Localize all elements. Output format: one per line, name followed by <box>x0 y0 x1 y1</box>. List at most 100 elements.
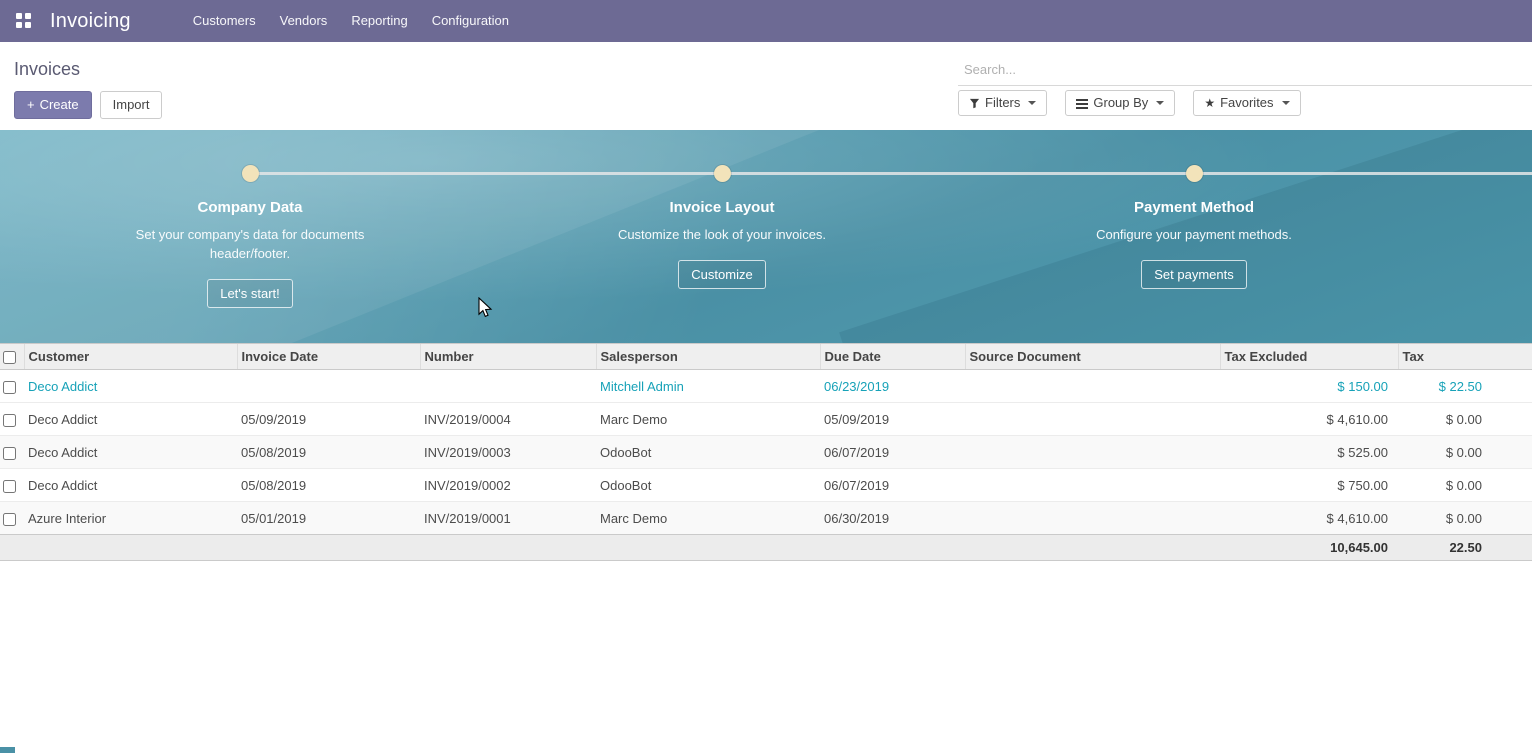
bottom-left-strip <box>0 747 15 753</box>
cell-customer: Deco Addict <box>24 436 237 469</box>
step-title: Company Data <box>197 199 302 216</box>
onboarding-step-company-data: Company Data Set your company's data for… <box>90 130 410 308</box>
cell-due-date: 06/23/2019 <box>820 370 965 403</box>
cell-tax: $ 0.00 <box>1398 469 1532 502</box>
control-panel: Invoices + Create Import Filters Group B… <box>0 42 1532 130</box>
cell-source-document <box>965 469 1220 502</box>
column-header-tax-excluded[interactable]: Tax Excluded <box>1220 344 1398 370</box>
column-header-due-date[interactable]: Due Date <box>820 344 965 370</box>
cell-due-date: 06/07/2019 <box>820 469 965 502</box>
lets-start-button[interactable]: Let's start! <box>207 279 293 308</box>
cell-source-document <box>965 403 1220 436</box>
column-header-invoice-date[interactable]: Invoice Date <box>237 344 420 370</box>
cell-invoice-date: 05/08/2019 <box>237 436 420 469</box>
menu-customers[interactable]: Customers <box>181 0 268 42</box>
cell-tax: $ 22.50 <box>1398 370 1532 403</box>
column-header-tax[interactable]: Tax <box>1398 344 1532 370</box>
select-all-checkbox[interactable] <box>3 351 16 364</box>
cell-tax-excluded: $ 150.00 <box>1220 370 1398 403</box>
cell-tax: $ 0.00 <box>1398 403 1532 436</box>
group-by-icon <box>1076 98 1088 109</box>
cell-customer: Deco Addict <box>24 403 237 436</box>
import-button-label: Import <box>113 98 150 112</box>
row-checkbox[interactable] <box>3 513 16 526</box>
cell-number: INV/2019/0004 <box>420 403 596 436</box>
cell-due-date: 06/07/2019 <box>820 436 965 469</box>
cell-salesperson: Mitchell Admin <box>596 370 820 403</box>
step-title: Invoice Layout <box>669 199 774 216</box>
step-description: Set your company's data for documents he… <box>130 225 370 263</box>
cell-salesperson: Marc Demo <box>596 502 820 535</box>
star-icon: ★ <box>1204 96 1215 110</box>
step-dot-icon <box>242 165 259 182</box>
invoice-row[interactable]: Azure Interior 05/01/2019 INV/2019/0001 … <box>0 502 1532 535</box>
cell-tax: $ 0.00 <box>1398 436 1532 469</box>
group-by-label: Group By <box>1093 96 1148 110</box>
cell-customer: Deco Addict <box>24 469 237 502</box>
cell-salesperson: OdooBot <box>596 436 820 469</box>
cell-tax: $ 0.00 <box>1398 502 1532 535</box>
favorites-dropdown[interactable]: ★ Favorites <box>1193 90 1300 116</box>
totals-row: 10,645.00 22.50 <box>0 535 1532 561</box>
step-description: Customize the look of your invoices. <box>602 225 842 244</box>
apps-grid-icon[interactable] <box>16 13 32 29</box>
plus-icon: + <box>27 98 35 112</box>
cell-salesperson: OdooBot <box>596 469 820 502</box>
create-button[interactable]: + Create <box>14 91 92 119</box>
onboarding-step-invoice-layout: Invoice Layout Customize the look of you… <box>562 130 882 289</box>
menu-reporting[interactable]: Reporting <box>339 0 419 42</box>
step-dot-icon <box>714 165 731 182</box>
step-description: Configure your payment methods. <box>1074 225 1314 244</box>
column-header-salesperson[interactable]: Salesperson <box>596 344 820 370</box>
row-checkbox[interactable] <box>3 414 16 427</box>
invoice-list-table: Customer Invoice Date Number Salesperson… <box>0 343 1532 561</box>
chevron-down-icon <box>1282 101 1290 105</box>
cell-due-date: 05/09/2019 <box>820 403 965 436</box>
cell-customer: Azure Interior <box>24 502 237 535</box>
cell-number <box>420 370 596 403</box>
cell-number: INV/2019/0002 <box>420 469 596 502</box>
chevron-down-icon <box>1156 101 1164 105</box>
import-button[interactable]: Import <box>100 91 163 119</box>
row-checkbox[interactable] <box>3 381 16 394</box>
menu-vendors[interactable]: Vendors <box>268 0 340 42</box>
step-dot-icon <box>1186 165 1203 182</box>
menu-configuration[interactable]: Configuration <box>420 0 521 42</box>
top-navbar: Invoicing Customers Vendors Reporting Co… <box>0 0 1532 42</box>
cell-number: INV/2019/0003 <box>420 436 596 469</box>
chevron-down-icon <box>1028 101 1036 105</box>
row-checkbox[interactable] <box>3 447 16 460</box>
cell-invoice-date: 05/09/2019 <box>237 403 420 436</box>
cell-invoice-date <box>237 370 420 403</box>
table-header-row: Customer Invoice Date Number Salesperson… <box>0 344 1532 370</box>
total-tax-excluded: 10,645.00 <box>1220 535 1398 561</box>
customize-button[interactable]: Customize <box>678 260 765 289</box>
column-header-customer[interactable]: Customer <box>24 344 237 370</box>
cell-tax-excluded: $ 525.00 <box>1220 436 1398 469</box>
onboarding-step-payment-method: Payment Method Configure your payment me… <box>1034 130 1354 289</box>
filters-label: Filters <box>985 96 1020 110</box>
row-checkbox[interactable] <box>3 480 16 493</box>
set-payments-button[interactable]: Set payments <box>1141 260 1247 289</box>
create-button-label: Create <box>40 98 79 112</box>
cell-tax-excluded: $ 4,610.00 <box>1220 403 1398 436</box>
invoice-row[interactable]: Deco Addict 05/08/2019 INV/2019/0003 Odo… <box>0 436 1532 469</box>
onboarding-banner: Company Data Set your company's data for… <box>0 130 1532 343</box>
invoice-row[interactable]: Deco Addict 05/08/2019 INV/2019/0002 Odo… <box>0 469 1532 502</box>
column-header-source-document[interactable]: Source Document <box>965 344 1220 370</box>
app-title: Invoicing <box>50 10 131 33</box>
group-by-dropdown[interactable]: Group By <box>1065 90 1175 116</box>
breadcrumb: Invoices <box>14 54 958 86</box>
column-header-number[interactable]: Number <box>420 344 596 370</box>
cell-customer: Deco Addict <box>24 370 237 403</box>
cell-due-date: 06/30/2019 <box>820 502 965 535</box>
cell-invoice-date: 05/08/2019 <box>237 469 420 502</box>
search-input[interactable] <box>958 54 1532 86</box>
invoice-row[interactable]: Deco Addict Mitchell Admin 06/23/2019 $ … <box>0 370 1532 403</box>
cell-salesperson: Marc Demo <box>596 403 820 436</box>
invoice-row[interactable]: Deco Addict 05/09/2019 INV/2019/0004 Mar… <box>0 403 1532 436</box>
filters-dropdown[interactable]: Filters <box>958 90 1047 116</box>
cell-invoice-date: 05/01/2019 <box>237 502 420 535</box>
total-tax: 22.50 <box>1398 535 1532 561</box>
main-menu: Customers Vendors Reporting Configuratio… <box>181 0 521 42</box>
